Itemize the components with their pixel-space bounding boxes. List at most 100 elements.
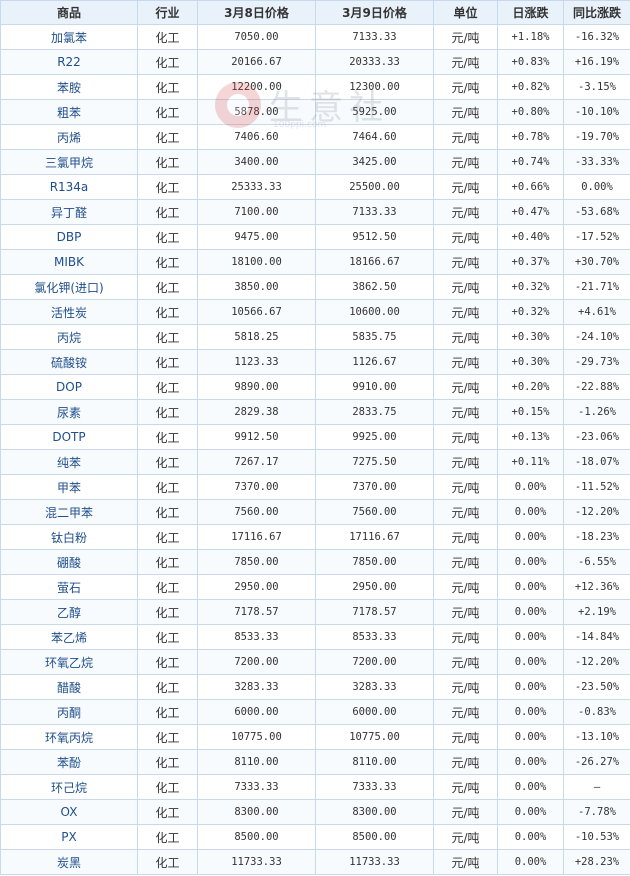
- cell-commodity[interactable]: R134a: [0, 174, 138, 200]
- cell-commodity[interactable]: 环氧乙烷: [0, 649, 138, 675]
- cell-commodity[interactable]: 氯化钾(进口): [0, 274, 138, 300]
- table-row: 环氧丙烷 化工 10775.00 10775.00 元/吨 0.00% -13.10%: [0, 724, 630, 750]
- cell-price-mar9: 20333.33: [315, 49, 434, 75]
- table-row: 苯胺 化工 12200.00 12300.00 元/吨 +0.82% -3.15%: [0, 74, 630, 100]
- table-row: R134a 化工 25333.33 25500.00 元/吨 +0.66% 0.00%: [0, 174, 630, 200]
- cell-price-mar9: 7200.00: [315, 649, 434, 675]
- cell-price-mar9: 1126.67: [315, 349, 434, 375]
- cell-yoy-change: 0.00%: [563, 174, 630, 200]
- cell-commodity[interactable]: 丙烯: [0, 124, 138, 150]
- cell-industry: 化工: [137, 649, 198, 675]
- cell-unit: 元/吨: [433, 224, 498, 250]
- cell-yoy-change: -53.68%: [563, 199, 630, 225]
- cell-price-mar9: 9925.00: [315, 424, 434, 450]
- cell-price-mar8: 10775.00: [197, 724, 316, 750]
- cell-industry: 化工: [137, 499, 198, 525]
- cell-commodity[interactable]: 混二甲苯: [0, 499, 138, 525]
- cell-price-mar9: 7850.00: [315, 549, 434, 575]
- cell-unit: 元/吨: [433, 449, 498, 475]
- cell-commodity[interactable]: 纯苯: [0, 449, 138, 475]
- cell-commodity[interactable]: 活性炭: [0, 299, 138, 325]
- cell-daily-change: +0.37%: [497, 249, 564, 275]
- cell-unit: 元/吨: [433, 74, 498, 100]
- header-unit[interactable]: 单位: [433, 0, 498, 25]
- cell-price-mar8: 8500.00: [197, 824, 316, 850]
- cell-daily-change: +0.80%: [497, 99, 564, 125]
- cell-industry: 化工: [137, 724, 198, 750]
- cell-commodity[interactable]: 环己烷: [0, 774, 138, 800]
- header-price-mar9[interactable]: 3月9日价格: [315, 0, 434, 25]
- cell-industry: 化工: [137, 49, 198, 75]
- cell-commodity[interactable]: 硼酸: [0, 549, 138, 575]
- cell-commodity[interactable]: 三氯甲烷: [0, 149, 138, 175]
- cell-commodity[interactable]: 环氧丙烷: [0, 724, 138, 750]
- cell-price-mar9: 5925.00: [315, 99, 434, 125]
- cell-price-mar9: 8500.00: [315, 824, 434, 850]
- cell-yoy-change: +30.70%: [563, 249, 630, 275]
- cell-yoy-change: -18.07%: [563, 449, 630, 475]
- header-price-mar8[interactable]: 3月8日价格: [197, 0, 316, 25]
- cell-commodity[interactable]: 萤石: [0, 574, 138, 600]
- table-row: 尿素 化工 2829.38 2833.75 元/吨 +0.15% -1.26%: [0, 399, 630, 425]
- cell-commodity[interactable]: DBP: [0, 224, 138, 250]
- cell-price-mar8: 7050.00: [197, 24, 316, 50]
- cell-price-mar8: 9912.50: [197, 424, 316, 450]
- cell-commodity[interactable]: 粗苯: [0, 99, 138, 125]
- cell-unit: 元/吨: [433, 424, 498, 450]
- cell-price-mar8: 7333.33: [197, 774, 316, 800]
- cell-daily-change: 0.00%: [497, 524, 564, 550]
- cell-commodity[interactable]: PX: [0, 824, 138, 850]
- table-row: OX 化工 8300.00 8300.00 元/吨 0.00% -7.78%: [0, 799, 630, 825]
- cell-commodity[interactable]: 甲苯: [0, 474, 138, 500]
- table-row: R22 化工 20166.67 20333.33 元/吨 +0.83% +16.19%: [0, 49, 630, 75]
- cell-commodity[interactable]: 尿素: [0, 399, 138, 425]
- cell-unit: 元/吨: [433, 349, 498, 375]
- header-commodity[interactable]: 商品: [0, 0, 138, 25]
- cell-yoy-change: -17.52%: [563, 224, 630, 250]
- cell-commodity[interactable]: 炭黑: [0, 849, 138, 875]
- cell-commodity[interactable]: DOP: [0, 374, 138, 400]
- cell-industry: 化工: [137, 474, 198, 500]
- cell-commodity[interactable]: 苯乙烯: [0, 624, 138, 650]
- table-row: 萤石 化工 2950.00 2950.00 元/吨 0.00% +12.36%: [0, 574, 630, 600]
- cell-price-mar9: 3425.00: [315, 149, 434, 175]
- cell-price-mar9: 17116.67: [315, 524, 434, 550]
- cell-price-mar8: 2829.38: [197, 399, 316, 425]
- cell-commodity[interactable]: 加氯苯: [0, 24, 138, 50]
- cell-daily-change: 0.00%: [497, 549, 564, 575]
- cell-commodity[interactable]: 乙醇: [0, 599, 138, 625]
- cell-commodity[interactable]: R22: [0, 49, 138, 75]
- cell-commodity[interactable]: 丙烷: [0, 324, 138, 350]
- cell-daily-change: 0.00%: [497, 749, 564, 775]
- cell-price-mar8: 3400.00: [197, 149, 316, 175]
- cell-commodity[interactable]: 苯胺: [0, 74, 138, 100]
- cell-commodity[interactable]: 异丁醛: [0, 199, 138, 225]
- commodity-price-table: 商品 行业 3月8日价格 3月9日价格 单位 日涨跌 同比涨跌 加氯苯 化工 705…: [0, 0, 630, 875]
- table-row: 甲苯 化工 7370.00 7370.00 元/吨 0.00% -11.52%: [0, 474, 630, 500]
- table-row: 环氧乙烷 化工 7200.00 7200.00 元/吨 0.00% -12.20%: [0, 649, 630, 675]
- cell-price-mar8: 7370.00: [197, 474, 316, 500]
- cell-commodity[interactable]: OX: [0, 799, 138, 825]
- cell-industry: 化工: [137, 774, 198, 800]
- cell-yoy-change: -16.32%: [563, 24, 630, 50]
- cell-price-mar9: 8533.33: [315, 624, 434, 650]
- cell-commodity[interactable]: 硫酸铵: [0, 349, 138, 375]
- header-daily-change[interactable]: 日涨跌: [497, 0, 564, 25]
- cell-commodity[interactable]: 钛白粉: [0, 524, 138, 550]
- cell-price-mar9: 12300.00: [315, 74, 434, 100]
- cell-commodity[interactable]: 苯酚: [0, 749, 138, 775]
- cell-daily-change: +0.30%: [497, 324, 564, 350]
- cell-price-mar8: 6000.00: [197, 699, 316, 725]
- cell-commodity[interactable]: MIBK: [0, 249, 138, 275]
- header-yoy-change[interactable]: 同比涨跌: [563, 0, 630, 25]
- cell-commodity[interactable]: 醋酸: [0, 674, 138, 700]
- cell-commodity[interactable]: 丙酮: [0, 699, 138, 725]
- cell-price-mar8: 7267.17: [197, 449, 316, 475]
- cell-commodity[interactable]: DOTP: [0, 424, 138, 450]
- cell-price-mar9: 7275.50: [315, 449, 434, 475]
- cell-daily-change: +0.74%: [497, 149, 564, 175]
- cell-yoy-change: -23.50%: [563, 674, 630, 700]
- cell-daily-change: 0.00%: [497, 774, 564, 800]
- header-industry[interactable]: 行业: [137, 0, 198, 25]
- table-row: 苯乙烯 化工 8533.33 8533.33 元/吨 0.00% -14.84%: [0, 624, 630, 650]
